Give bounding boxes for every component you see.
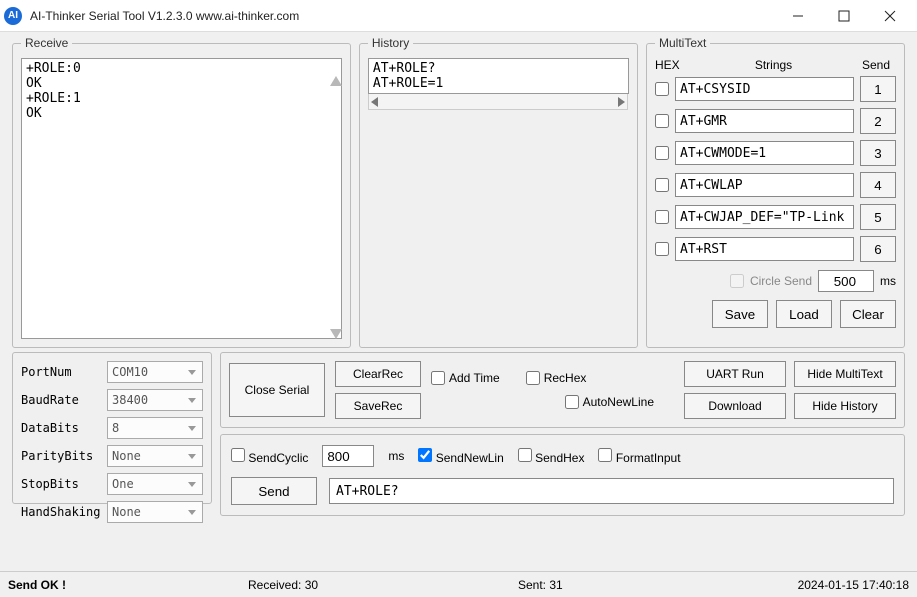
history-textarea[interactable]	[368, 58, 629, 94]
format-input-checkbox[interactable]: FormatInput	[598, 448, 680, 465]
rec-hex-checkbox[interactable]: RecHex	[526, 371, 587, 385]
status-sent: Sent: 31	[518, 578, 798, 592]
multitext-row-hex-checkbox[interactable]	[655, 114, 669, 128]
multitext-header-hex: HEX	[655, 58, 691, 72]
send-hex-checkbox[interactable]: SendHex	[518, 448, 585, 465]
receive-legend: Receive	[21, 36, 72, 50]
databits-label: DataBits	[21, 421, 101, 435]
parity-label: ParityBits	[21, 449, 101, 463]
multitext-row-hex-checkbox[interactable]	[655, 82, 669, 96]
hide-multitext-button[interactable]: Hide MultiText	[794, 361, 896, 387]
multitext-row-send-button[interactable]: 1	[860, 76, 896, 102]
multitext-row-hex-checkbox[interactable]	[655, 146, 669, 160]
multitext-row-send-button[interactable]: 4	[860, 172, 896, 198]
download-button[interactable]: Download	[684, 393, 786, 419]
multitext-row-send-button[interactable]: 3	[860, 140, 896, 166]
multitext-row-cmd[interactable]	[675, 205, 854, 229]
multitext-row-send-button[interactable]: 5	[860, 204, 896, 230]
circle-send-value[interactable]	[818, 270, 874, 292]
baud-combo[interactable]: 38400	[107, 389, 203, 411]
close-button[interactable]	[867, 1, 913, 31]
add-time-checkbox[interactable]: Add Time	[431, 371, 500, 385]
auto-newline-checkbox[interactable]: AutoNewLine	[565, 395, 654, 409]
titlebar: AI AI-Thinker Serial Tool V1.2.3.0 www.a…	[0, 0, 917, 32]
scroll-up-icon[interactable]	[330, 76, 342, 86]
multitext-legend: MultiText	[655, 36, 710, 50]
uart-run-button[interactable]: UART Run	[684, 361, 786, 387]
multitext-row-cmd[interactable]	[675, 77, 854, 101]
scroll-right-icon[interactable]	[618, 97, 625, 107]
baud-label: BaudRate	[21, 393, 101, 407]
databits-combo[interactable]: 8	[107, 417, 203, 439]
portnum-combo[interactable]: COM10	[107, 361, 203, 383]
multitext-row: 5	[655, 204, 896, 230]
multitext-row: 6	[655, 236, 896, 262]
status-bar: Send OK ! Received: 30 Sent: 31 2024-01-…	[0, 571, 917, 597]
multitext-header-strings: Strings	[691, 58, 856, 72]
send-newline-checkbox[interactable]: SendNewLin	[418, 448, 503, 465]
multitext-row-hex-checkbox[interactable]	[655, 178, 669, 192]
multitext-row-cmd[interactable]	[675, 173, 854, 197]
stop-label: StopBits	[21, 477, 101, 491]
send-ms-label: ms	[388, 449, 404, 463]
hide-history-button[interactable]: Hide History	[794, 393, 896, 419]
multitext-row-cmd[interactable]	[675, 109, 854, 133]
send-cyclic-checkbox[interactable]: SendCyclic	[231, 448, 308, 465]
circle-send-checkbox[interactable]	[730, 274, 744, 288]
multitext-row: 4	[655, 172, 896, 198]
hand-combo[interactable]: None	[107, 501, 203, 523]
status-timestamp: 2024-01-15 17:40:18	[798, 578, 909, 592]
save-rec-button[interactable]: SaveRec	[335, 393, 421, 419]
parity-combo[interactable]: None	[107, 445, 203, 467]
status-received: Received: 30	[248, 578, 518, 592]
multitext-row-cmd[interactable]	[675, 141, 854, 165]
window-title: AI-Thinker Serial Tool V1.2.3.0 www.ai-t…	[30, 9, 775, 23]
receive-group: Receive	[12, 36, 351, 348]
multitext-row-cmd[interactable]	[675, 237, 854, 261]
status-message: Send OK !	[8, 578, 248, 592]
multitext-row: 2	[655, 108, 896, 134]
clear-rec-button[interactable]: ClearRec	[335, 361, 421, 387]
multitext-load-button[interactable]: Load	[776, 300, 832, 328]
circle-send-ms-label: ms	[880, 274, 896, 288]
scroll-down-icon[interactable]	[330, 329, 342, 339]
hand-label: HandShaking	[21, 505, 101, 519]
multitext-row-send-button[interactable]: 6	[860, 236, 896, 262]
send-input[interactable]	[329, 478, 894, 504]
multitext-row: 1	[655, 76, 896, 102]
multitext-group: MultiText HEX Strings Send 1 2 3 4 5 6 Circle…	[646, 36, 905, 348]
close-serial-button[interactable]: Close Serial	[229, 363, 325, 417]
app-logo-icon: AI	[4, 7, 22, 25]
multitext-save-button[interactable]: Save	[712, 300, 768, 328]
multitext-row-hex-checkbox[interactable]	[655, 210, 669, 224]
multitext-row: 3	[655, 140, 896, 166]
history-hscroll[interactable]	[368, 94, 628, 110]
send-cyclic-value[interactable]	[322, 445, 374, 467]
multitext-row-hex-checkbox[interactable]	[655, 242, 669, 256]
portnum-label: PortNum	[21, 365, 101, 379]
history-group: History	[359, 36, 638, 348]
send-group: SendCyclic ms SendNewLin SendHex FormatI…	[220, 434, 905, 516]
multitext-header-send: Send	[856, 58, 896, 72]
scroll-left-icon[interactable]	[371, 97, 378, 107]
maximize-button[interactable]	[821, 1, 867, 31]
serial-settings-group: PortNum COM10 BaudRate 38400 DataBits 8 Par…	[12, 352, 212, 504]
control-group: Close Serial ClearRec SaveRec Add Time R…	[220, 352, 905, 428]
history-legend: History	[368, 36, 413, 50]
minimize-button[interactable]	[775, 1, 821, 31]
multitext-clear-button[interactable]: Clear	[840, 300, 896, 328]
multitext-row-send-button[interactable]: 2	[860, 108, 896, 134]
receive-textarea[interactable]	[21, 58, 342, 339]
stop-combo[interactable]: One	[107, 473, 203, 495]
circle-send-label: Circle Send	[750, 274, 812, 288]
send-button[interactable]: Send	[231, 477, 317, 505]
